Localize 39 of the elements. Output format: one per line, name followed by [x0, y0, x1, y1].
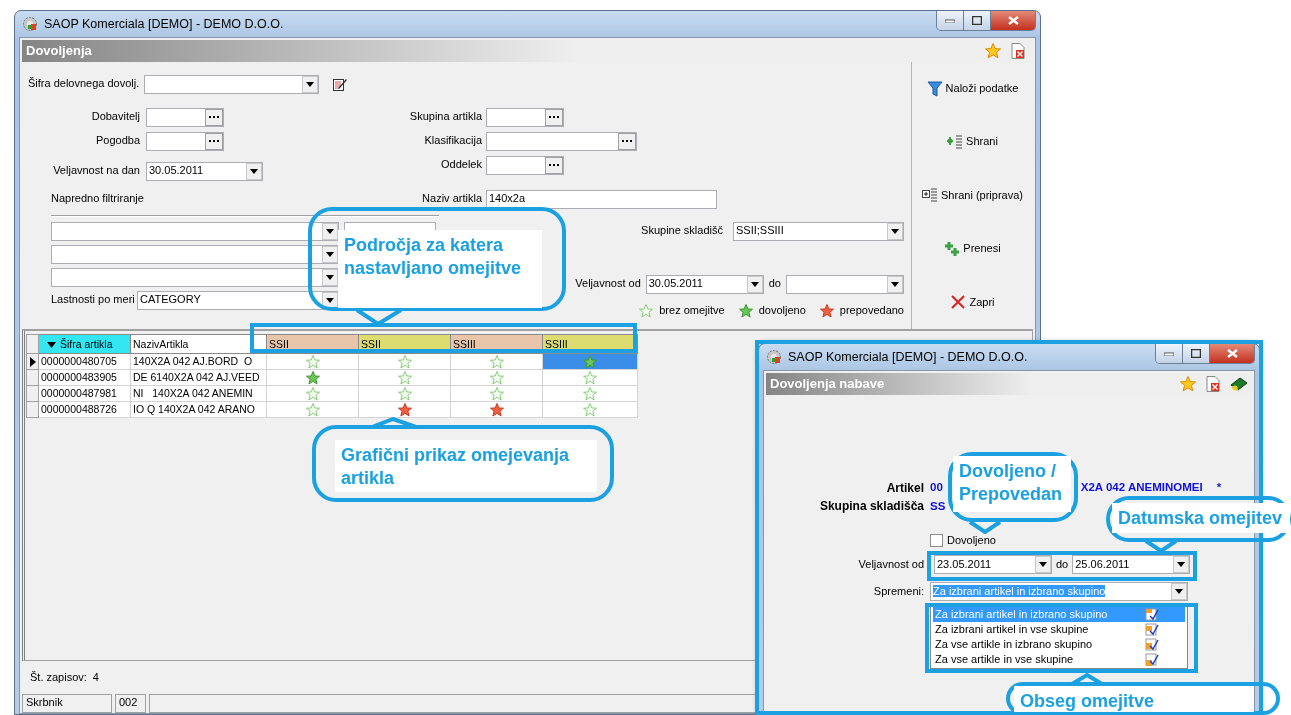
- status-panel: 002: [115, 694, 146, 713]
- callout-text: Grafični prikaz omejevanja artikla: [335, 440, 597, 492]
- window-title: SAOP Komerciala [DEMO] - DEMO D.O.O.: [44, 16, 284, 32]
- checkbox-label: Dovoljeno: [947, 533, 996, 547]
- legend-label: brez omejitve: [659, 304, 725, 318]
- field-label: Skupina artikla: [408, 110, 482, 124]
- panel-title: Dovoljenja: [26, 43, 92, 59]
- field-label: Šifra delovnega dovolj.: [28, 77, 141, 91]
- field-label: Veljavnost od: [857, 557, 924, 572]
- callout-text: Datumska omejitev: [1112, 503, 1290, 533]
- field-label: do: [1056, 557, 1069, 572]
- field-label: Skupine skladišč: [641, 224, 723, 238]
- field-label: Dobavitelj: [90, 110, 140, 124]
- record-count-label: Št. zapisov:: [30, 670, 87, 685]
- field-label: Veljavnost od: [575, 277, 641, 291]
- panel-title: Dovoljenja nabave: [770, 376, 885, 392]
- required-marker: *: [1216, 481, 1222, 496]
- callout-text: Obseg omejitve: [1014, 686, 1254, 712]
- field-label: Klasifikacija: [423, 134, 482, 148]
- warehouse-group-value: SS: [930, 499, 947, 514]
- field-label: Naziv artikla: [421, 192, 482, 206]
- legend-label: prepovedano: [839, 304, 904, 318]
- record-count: 4: [92, 670, 99, 685]
- field-label: Skupina skladišča: [818, 499, 924, 514]
- field-label: do: [768, 277, 781, 291]
- article-value: X2A 042 ANEMINOMEI: [1080, 481, 1203, 496]
- section-label: Napredno filtriranje: [51, 192, 144, 206]
- field-label: Lastnosti po meri: [51, 293, 136, 307]
- field-label: Oddelek: [440, 158, 482, 172]
- callout-text: Področja za katera nastavljano omejitve: [338, 230, 542, 308]
- field-label: Pogodba: [94, 134, 140, 148]
- callout-text: Dovoljeno / Prepovedan: [953, 456, 1071, 512]
- legend-label: dovoljeno: [758, 304, 806, 318]
- field-label: Artikel: [885, 481, 924, 496]
- status-panel: Skrbnik: [22, 694, 112, 713]
- article-value: 00: [930, 481, 943, 496]
- field-label: Spremeni:: [872, 584, 924, 599]
- window-title: SAOP Komerciala [DEMO] - DEMO D.O.O.: [788, 349, 1028, 365]
- field-label: Veljavnost na dan: [52, 164, 140, 178]
